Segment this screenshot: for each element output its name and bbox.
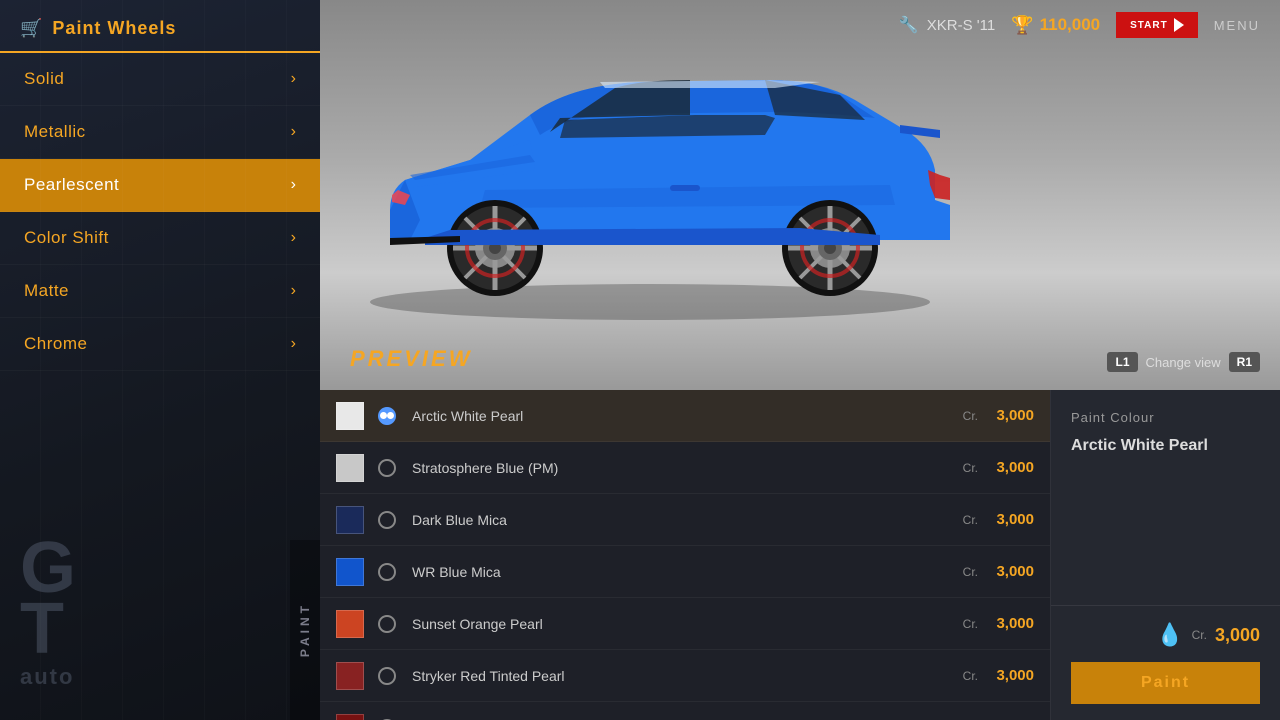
price-row: 💧 Cr. 3,000 (1071, 622, 1260, 648)
gt-auto-logo: GT auto (20, 538, 74, 690)
color-name: Stratosphere Blue (PM) (412, 460, 963, 476)
gt-auto-text: auto (20, 664, 74, 690)
color-swatch (336, 714, 364, 720)
color-swatch (336, 610, 364, 638)
list-item[interactable]: Dark Red Pearl Cr. 3,000 (320, 702, 1050, 720)
paint-colour-name: Arctic White Pearl (1071, 437, 1260, 455)
preview-label: PREVIEW (350, 346, 472, 372)
cr-label: Cr. (963, 461, 978, 475)
color-swatch (336, 402, 364, 430)
color-price: 3,000 (984, 459, 1034, 476)
sidebar-item-pearlescent[interactable]: Pearlescent › (0, 159, 320, 212)
topbar: 🔧 XKR-S '11 🏆 110,000 START MENU (879, 0, 1280, 50)
sidebar-header: 🛒 Paint Wheels (0, 0, 320, 53)
chevron-right-icon: › (291, 123, 296, 141)
chevron-right-icon: › (291, 70, 296, 88)
radio-button[interactable] (378, 407, 396, 425)
price-amount: 3,000 (1215, 625, 1260, 646)
color-list: Arctic White Pearl Cr. 3,000 Stratospher… (320, 390, 1050, 720)
sidebar-item-solid[interactable]: Solid › (0, 53, 320, 106)
paint-button[interactable]: Paint (1071, 662, 1260, 704)
r1-badge: R1 (1229, 352, 1260, 372)
start-button[interactable]: START (1116, 12, 1198, 38)
price-cr-label: Cr. (1192, 628, 1207, 642)
color-name: Arctic White Pearl (412, 408, 963, 424)
content-area: Arctic White Pearl Cr. 3,000 Stratospher… (320, 390, 1280, 720)
list-item[interactable]: Arctic White Pearl Cr. 3,000 (320, 390, 1050, 442)
sidebar-item-chrome-label: Chrome (24, 334, 87, 354)
list-item[interactable]: Stryker Red Tinted Pearl Cr. 3,000 (320, 650, 1050, 702)
color-name: Sunset Orange Pearl (412, 616, 963, 632)
nav-items: Solid › Metallic › Pearlescent › Color S… (0, 53, 320, 371)
color-price: 3,000 (984, 615, 1034, 632)
chevron-right-icon: › (291, 335, 296, 353)
credits-amount: 110,000 (1040, 15, 1101, 35)
color-list-container: Arctic White Pearl Cr. 3,000 Stratospher… (320, 390, 1050, 720)
car-name: XKR-S '11 (927, 17, 995, 34)
car-info: 🔧 XKR-S '11 (899, 15, 995, 35)
chevron-right-icon: › (291, 282, 296, 300)
list-item[interactable]: Dark Blue Mica Cr. 3,000 (320, 494, 1050, 546)
list-item[interactable]: Sunset Orange Pearl Cr. 3,000 (320, 598, 1050, 650)
sidebar-item-metallic[interactable]: Metallic › (0, 106, 320, 159)
color-name: Stryker Red Tinted Pearl (412, 668, 963, 684)
chevron-right-icon: › (291, 176, 296, 194)
radio-button[interactable] (378, 667, 396, 685)
color-price: 3,000 (984, 563, 1034, 580)
view-controls: L1 Change view R1 (1107, 352, 1260, 372)
cr-label: Cr. (963, 513, 978, 527)
paint-vertical-label: PAINT (290, 540, 320, 720)
gt-text: GT (20, 538, 74, 660)
color-price: 3,000 (984, 511, 1034, 528)
cr-label: Cr. (963, 669, 978, 683)
color-name: Dark Blue Mica (412, 512, 963, 528)
sidebar-item-color-shift-label: Color Shift (24, 228, 109, 248)
sidebar-item-color-shift[interactable]: Color Shift › (0, 212, 320, 265)
right-panel-bottom: 💧 Cr. 3,000 Paint (1051, 605, 1280, 720)
sidebar-item-metallic-label: Metallic (24, 122, 86, 142)
radio-button[interactable] (378, 615, 396, 633)
car-image-area (320, 0, 1280, 390)
paint-text: PAINT (298, 602, 312, 657)
menu-label: MENU (1214, 18, 1260, 33)
credits-icon: 🏆 (1011, 15, 1033, 36)
play-icon (1174, 18, 1184, 32)
main-area: 🔧 XKR-S '11 🏆 110,000 START MENU (320, 0, 1280, 720)
radio-button[interactable] (378, 563, 396, 581)
car-preview: PREVIEW L1 Change view R1 (320, 0, 1280, 390)
change-view-label: Change view (1146, 355, 1221, 370)
color-swatch (336, 454, 364, 482)
sidebar-title: Paint Wheels (52, 18, 176, 39)
cr-label: Cr. (963, 617, 978, 631)
list-item[interactable]: WR Blue Mica Cr. 3,000 (320, 546, 1050, 598)
paint-colour-label: Paint Colour (1071, 410, 1260, 425)
water-drop-icon: 💧 (1156, 622, 1183, 648)
wrench-icon: 🔧 (899, 15, 919, 35)
cr-label: Cr. (963, 409, 978, 423)
color-swatch (336, 662, 364, 690)
sidebar-item-pearlescent-label: Pearlescent (24, 175, 119, 195)
color-swatch (336, 506, 364, 534)
credits-display: 🏆 110,000 (1011, 15, 1100, 36)
color-name: WR Blue Mica (412, 564, 963, 580)
sidebar-item-matte-label: Matte (24, 281, 69, 301)
right-panel: Paint Colour Arctic White Pearl 💧 Cr. 3,… (1050, 390, 1280, 720)
chevron-right-icon: › (291, 229, 296, 247)
radio-button[interactable] (378, 511, 396, 529)
right-panel-top: Paint Colour Arctic White Pearl (1051, 390, 1280, 605)
sidebar: 🛒 Paint Wheels Solid › Metallic › Pearle… (0, 0, 320, 720)
sidebar-item-chrome[interactable]: Chrome › (0, 318, 320, 371)
radio-button[interactable] (378, 459, 396, 477)
color-swatch (336, 558, 364, 586)
cart-icon: 🛒 (20, 18, 42, 39)
color-price: 3,000 (984, 667, 1034, 684)
sidebar-item-matte[interactable]: Matte › (0, 265, 320, 318)
l1-badge: L1 (1107, 352, 1137, 372)
color-price: 3,000 (984, 407, 1034, 424)
cr-label: Cr. (963, 565, 978, 579)
list-item[interactable]: Stratosphere Blue (PM) Cr. 3,000 (320, 442, 1050, 494)
car-image (320, 30, 990, 330)
start-label: START (1130, 20, 1168, 31)
sidebar-item-solid-label: Solid (24, 69, 64, 89)
